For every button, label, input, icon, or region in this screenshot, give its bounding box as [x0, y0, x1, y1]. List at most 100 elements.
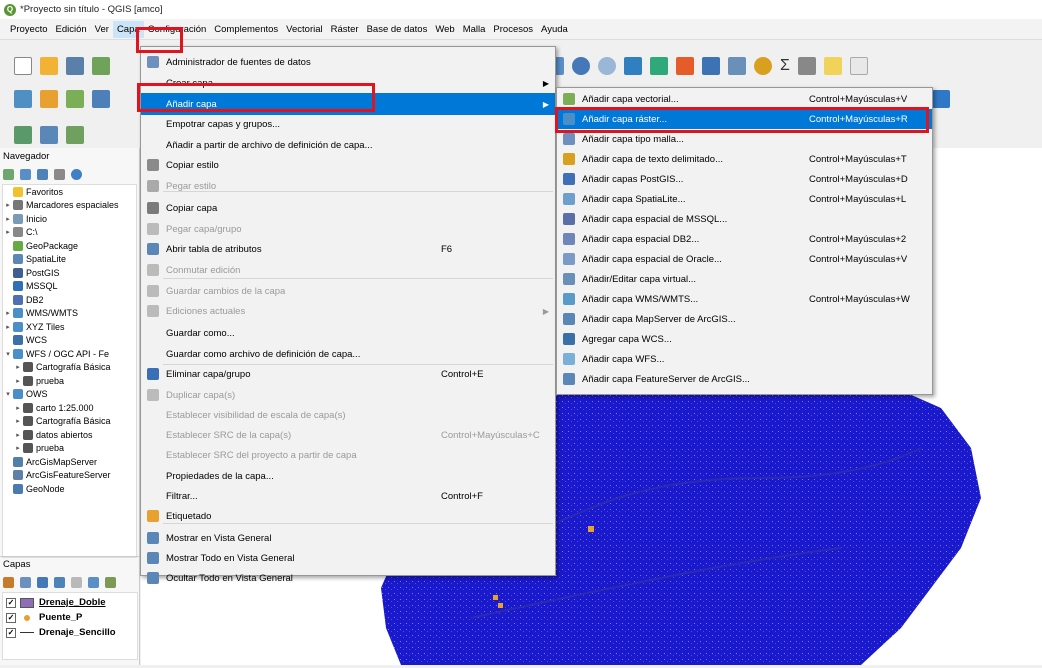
browser-item[interactable]: ▸ Cartografía Básica [3, 415, 136, 429]
style-icon[interactable] [3, 576, 14, 588]
browser-item[interactable]: ▸ Marcadores espaciales [3, 199, 136, 213]
expand-arrow-icon[interactable]: ▸ [3, 228, 13, 236]
menu-proyecto[interactable]: Proyecto [6, 21, 52, 38]
layer-checkbox[interactable]: ✓ [6, 627, 16, 638]
submenu-item[interactable]: Añadir capa FeatureServer de ArcGIS... [557, 369, 932, 389]
expand-arrow-icon[interactable]: ▾ [3, 390, 13, 398]
filter-icon[interactable] [54, 576, 65, 588]
capa-menu-item[interactable]: Guardar como... [141, 322, 555, 344]
capa-menu-item[interactable]: Guardar cambios de la capa [141, 280, 555, 302]
open-project-icon[interactable] [40, 57, 58, 75]
capa-menu-item[interactable]: Añadir capa ▶ [141, 93, 555, 115]
capa-menu-item[interactable]: Ediciones actuales ▶ [141, 300, 555, 322]
new-project-icon[interactable] [14, 57, 32, 75]
browser-item[interactable]: PostGIS [3, 266, 136, 280]
add-group-icon[interactable] [20, 576, 31, 588]
expand-arrow-icon[interactable]: ▾ [3, 350, 13, 358]
sigma-icon[interactable]: Σ [780, 57, 790, 75]
expand-all-icon[interactable] [66, 126, 84, 144]
submenu-item[interactable]: Añadir capa WMS/WMTS... Control+Mayúscula… [557, 289, 932, 309]
menu-edicion[interactable]: Edición [52, 21, 91, 38]
expand-arrow-icon[interactable]: ▸ [3, 309, 13, 317]
expand-arrow-icon[interactable]: ▸ [13, 363, 23, 371]
capa-menu-item[interactable]: Duplicar capa(s) [141, 384, 555, 406]
digitize-icon[interactable] [92, 89, 110, 108]
help-icon[interactable] [932, 89, 950, 108]
filter-legend-icon[interactable] [40, 126, 58, 144]
submenu-item[interactable]: Añadir capa espacial de Oracle... Control… [557, 249, 932, 269]
add-vector-icon[interactable] [66, 89, 84, 108]
browser-item[interactable]: GeoPackage [3, 239, 136, 253]
browser-item[interactable]: ▸ datos abiertos [3, 428, 136, 442]
browser-item[interactable]: ▸ XYZ Tiles [3, 320, 136, 334]
capa-menu-item[interactable]: Crear capa ▶ [141, 72, 555, 94]
text-annotation-icon[interactable] [849, 57, 868, 75]
browser-item[interactable]: MSSQL [3, 280, 136, 294]
expand-arrow-icon[interactable]: ▸ [3, 215, 13, 223]
expand-arrow-icon[interactable]: ▸ [13, 431, 23, 439]
submenu-item[interactable]: Añadir capa MapServer de ArcGIS... [557, 309, 932, 329]
capa-menu-item[interactable]: Administrador de fuentes de datos [141, 51, 555, 73]
submenu-item[interactable]: Añadir capa vectorial... Control+Mayúscul… [557, 89, 932, 109]
save-project-icon[interactable] [66, 57, 84, 75]
browser-item[interactable]: ▸ Inicio [3, 212, 136, 226]
capa-menu-item[interactable]: Empotrar capas y grupos... [141, 113, 555, 135]
collapse-icon[interactable] [88, 576, 99, 588]
browser-item[interactable]: SpatiaLite [3, 253, 136, 267]
menu-configuracion[interactable]: Configuración [144, 21, 211, 38]
browser-item[interactable]: GeoNode [3, 482, 136, 496]
browser-item[interactable]: ▸ Cartografía Básica [3, 361, 136, 375]
browser-item[interactable]: ▸ prueba [3, 374, 136, 388]
capa-menu-item[interactable]: Copiar estilo [141, 154, 555, 176]
layer-checkbox[interactable]: ✓ [6, 597, 16, 608]
menu-base-de-datos[interactable]: Base de datos [363, 21, 432, 38]
capa-menu-item[interactable]: Eliminar capa/grupo Control+E [141, 363, 555, 385]
browser-item[interactable]: WCS [3, 334, 136, 348]
capa-menu-item[interactable]: Propiedades de la capa... [141, 465, 555, 487]
capa-menu-item[interactable]: Establecer SRC de la capa(s) Control+Mayú… [141, 424, 555, 446]
expand-arrow-icon[interactable]: ▸ [13, 404, 23, 412]
remove-layer-icon[interactable] [105, 576, 116, 588]
browser-item[interactable]: ArcGisMapServer [3, 455, 136, 469]
browser-item[interactable]: ▸ WMS/WMTS [3, 307, 136, 321]
add-selected-icon[interactable] [3, 168, 14, 180]
capa-menu-item[interactable]: Establecer SRC del proyecto a partir de … [141, 444, 555, 466]
layer-row[interactable]: ✓ Drenaje_Doble [3, 595, 137, 610]
attribute-table-icon[interactable] [702, 57, 720, 75]
expand-arrow-icon[interactable]: ▸ [3, 201, 13, 209]
deselect-icon[interactable] [650, 57, 668, 75]
menu-procesos[interactable]: Procesos [489, 21, 537, 38]
capa-menu-item[interactable]: Establecer visibilidad de escala de capa… [141, 404, 555, 426]
menu-raster[interactable]: Ráster [327, 21, 363, 38]
capa-menu-item[interactable]: Abrir tabla de atributos F6 [141, 238, 555, 260]
browser-item[interactable]: ▾ OWS [3, 388, 136, 402]
browser-item[interactable]: ▾ WFS / OGC API - Fe [3, 347, 136, 361]
browser-item[interactable]: ▸ carto 1:25.000 [3, 401, 136, 415]
collapse-all-icon[interactable] [54, 168, 65, 180]
menu-web[interactable]: Web [431, 21, 458, 38]
browser-item[interactable]: DB2 [3, 293, 136, 307]
menu-capa[interactable]: Capa [112, 20, 144, 38]
zoom-in-icon[interactable] [572, 57, 590, 75]
measure-icon[interactable] [797, 57, 816, 75]
new-gpkg-icon[interactable] [40, 89, 58, 108]
manage-themes-icon[interactable] [37, 576, 48, 588]
browser-item[interactable]: ▸ prueba [3, 442, 136, 456]
layer-row[interactable]: ✓ Drenaje_Sencillo [3, 625, 137, 640]
filter-icon[interactable] [37, 168, 48, 180]
submenu-item[interactable]: Añadir capa ráster... Control+Mayúsculas+… [557, 109, 932, 129]
capa-menu-item[interactable]: Pegar capa/grupo [141, 218, 555, 240]
menu-ayuda[interactable]: Ayuda [537, 21, 572, 38]
select-features-icon[interactable] [624, 57, 642, 75]
data-source-manager-icon[interactable] [14, 89, 32, 108]
submenu-item[interactable]: Añadir capa espacial de MSSQL... [557, 209, 932, 229]
add-group-icon[interactable] [14, 126, 32, 144]
browser-item[interactable]: Favoritos [3, 185, 136, 199]
submenu-item[interactable]: Agregar capa WCS... [557, 329, 932, 349]
expand-arrow-icon[interactable]: ▸ [13, 377, 23, 385]
submenu-item[interactable]: Añadir capa tipo malla... [557, 129, 932, 149]
submenu-item[interactable]: Añadir capa de texto delimitado... Contro… [557, 149, 932, 169]
layer-row[interactable]: ✓ Puente_P [3, 610, 137, 625]
capa-menu-item[interactable]: Añadir a partir de archivo de definición… [141, 134, 555, 156]
capa-menu-item[interactable]: Mostrar Todo en Vista General [141, 547, 555, 569]
